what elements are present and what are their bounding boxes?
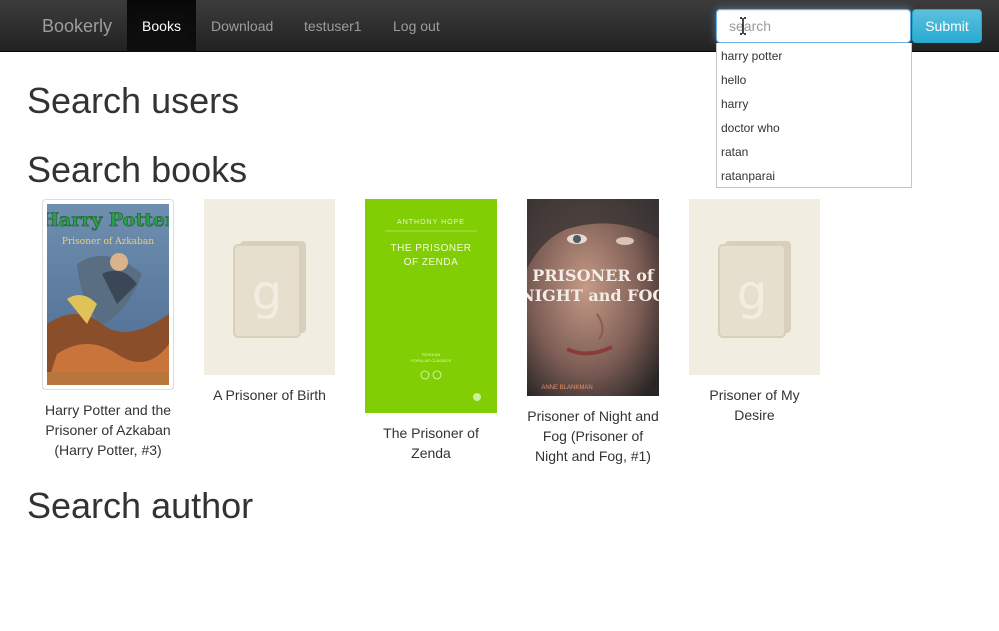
search-author-heading: Search author <box>27 485 254 526</box>
book-title[interactable]: Prisoner of Night and Fog (Prisoner of N… <box>527 406 659 466</box>
text-cursor-icon <box>739 17 747 35</box>
cover-author-text: ANNE BLANKMAN <box>541 385 592 391</box>
night-fog-cover[interactable]: PRISONER of NIGHT and FOG ANNE BLANKMAN <box>527 199 659 396</box>
nav-books-link[interactable]: Books <box>127 0 196 52</box>
autocomplete-item[interactable]: ratan <box>717 140 911 164</box>
book-cover-image: Harry Potter Prisoner of Azkaban <box>41 204 176 385</box>
cover-title-text-2: OF ZENDA <box>404 257 459 268</box>
cover-series-text-2: POPULAR CLASSICS <box>411 358 451 363</box>
book-card[interactable]: g Prisoner of My Desire <box>689 199 820 425</box>
nav-user-link[interactable]: testuser1 <box>289 0 377 52</box>
book-card[interactable]: Harry Potter Prisoner of Azkaban Harry P… <box>40 199 176 460</box>
autocomplete-item[interactable]: doctor who <box>717 116 911 140</box>
autocomplete-item[interactable]: hello <box>717 68 911 92</box>
nav-logout-link[interactable]: Log out <box>378 0 455 52</box>
placeholder-book-cover[interactable]: g <box>689 199 820 375</box>
harry-potter-cover[interactable]: Harry Potter Prisoner of Azkaban <box>41 199 176 390</box>
cover-title-text: THE PRISONER <box>390 243 471 254</box>
cover-author-text: ANTHONY HOPE <box>397 219 465 226</box>
brand-link[interactable]: Bookerly <box>42 0 112 52</box>
svg-text:g: g <box>252 265 282 321</box>
book-title[interactable]: Harry Potter and the Prisoner of Azkaban… <box>40 400 176 460</box>
book-card[interactable]: PRISONER of NIGHT and FOG ANNE BLANKMAN … <box>527 199 659 466</box>
book-title[interactable]: The Prisoner of Zenda <box>365 423 497 463</box>
cover-title-text: PRISONER of <box>532 266 655 285</box>
autocomplete-item[interactable]: harry potter <box>717 44 911 68</box>
book-title[interactable]: Prisoner of My Desire <box>705 385 805 425</box>
autocomplete-item[interactable]: ratanparai <box>717 164 911 188</box>
cover-subtitle-text: Prisoner of Azkaban <box>62 237 154 247</box>
cover-series-text: PENGUIN <box>422 352 440 357</box>
search-autocomplete-list: harry potter hello harry doctor who rata… <box>716 43 912 188</box>
recycle-icon <box>473 393 481 401</box>
search-users-heading: Search users <box>27 80 240 121</box>
svg-text:g: g <box>737 265 767 321</box>
book-placeholder-icon: g <box>718 241 791 338</box>
cover-title-text: Harry Potter <box>47 209 169 231</box>
book-placeholder-icon: g <box>233 241 306 338</box>
book-card[interactable]: ANTHONY HOPE THE PRISONER OF ZENDA PENGU… <box>365 199 497 463</box>
cover-title-text-2: NIGHT and FOG <box>527 286 659 305</box>
submit-button[interactable]: Submit <box>912 9 982 43</box>
nav-download-link[interactable]: Download <box>196 0 288 52</box>
autocomplete-item[interactable]: harry <box>717 92 911 116</box>
search-books-heading: Search books <box>27 149 248 190</box>
book-title[interactable]: A Prisoner of Birth <box>204 385 335 405</box>
book-card[interactable]: g A Prisoner of Birth <box>204 199 335 405</box>
placeholder-book-cover[interactable]: g <box>204 199 335 375</box>
zenda-green-cover[interactable]: ANTHONY HOPE THE PRISONER OF ZENDA PENGU… <box>365 199 497 413</box>
